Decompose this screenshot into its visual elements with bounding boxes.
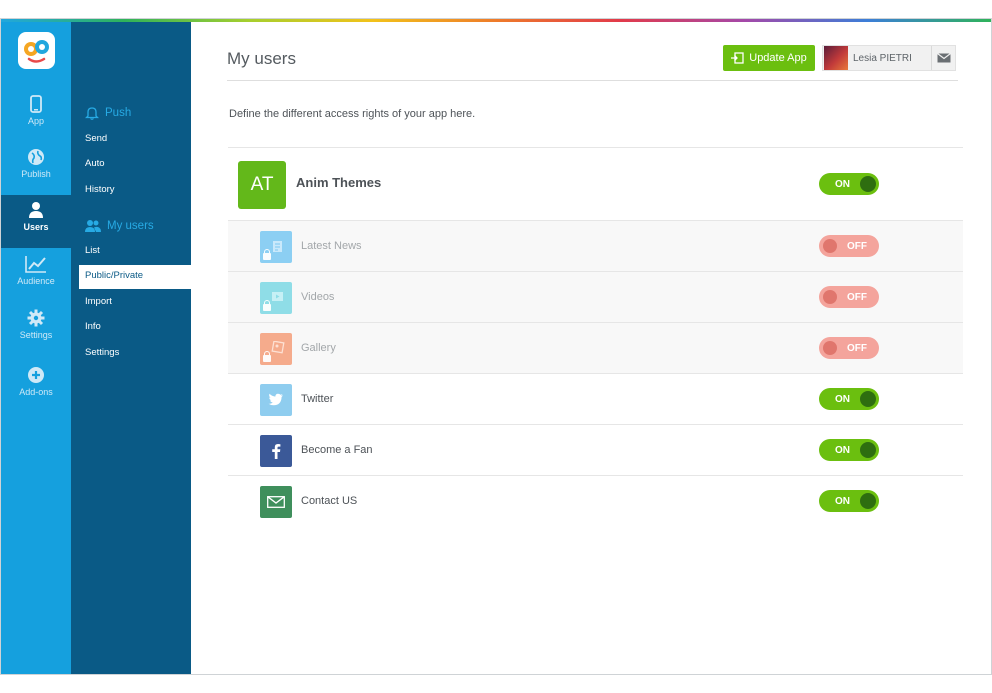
toggle-knob bbox=[860, 442, 876, 458]
toggle-knob bbox=[823, 341, 837, 355]
lock-icon bbox=[263, 300, 271, 311]
sub-sidebar: Push Send Auto History My users List Pub… bbox=[71, 19, 191, 674]
update-app-label: Update App bbox=[749, 52, 807, 64]
item-label-twitter: Twitter bbox=[301, 393, 334, 405]
chart-icon bbox=[25, 256, 46, 273]
item-label-gallery: Gallery bbox=[301, 342, 336, 354]
item-label-latest-news: Latest News bbox=[301, 240, 362, 252]
push-title: Push bbox=[105, 107, 132, 119]
rail-label-app: App bbox=[27, 116, 44, 126]
subnav-info[interactable]: Info bbox=[85, 321, 101, 332]
item-label-become-a-fan: Become a Fan bbox=[301, 444, 373, 456]
subnav-import[interactable]: Import bbox=[85, 296, 112, 307]
mail-button[interactable] bbox=[931, 46, 955, 70]
rail-item-app[interactable]: App bbox=[1, 89, 71, 142]
subnav-send[interactable]: Send bbox=[85, 133, 107, 144]
item-label-contact-us: Contact US bbox=[301, 495, 358, 507]
users-group-icon bbox=[85, 220, 101, 232]
app-window: App Publish Users Audience Settings Add-… bbox=[0, 18, 992, 675]
news-icon bbox=[260, 231, 292, 263]
rail-item-addons[interactable]: Add-ons bbox=[1, 360, 71, 413]
list-item-become-a-fan: Become a Fan ON bbox=[228, 424, 963, 475]
toggle-knob bbox=[860, 493, 876, 509]
facebook-icon bbox=[260, 435, 292, 467]
app-row: AT Anim Themes ON bbox=[228, 147, 963, 220]
toggle-knob bbox=[823, 290, 837, 304]
access-list: AT Anim Themes ON Latest News OFF Videos… bbox=[228, 147, 963, 526]
lock-icon bbox=[263, 351, 271, 362]
video-icon bbox=[260, 282, 292, 314]
toggle-label: OFF bbox=[847, 291, 867, 303]
subnav-public-private[interactable]: Public/Private bbox=[79, 265, 191, 289]
toggle-label: ON bbox=[835, 444, 850, 456]
subnav-settings[interactable]: Settings bbox=[85, 347, 119, 358]
app-toggle-label: ON bbox=[835, 178, 850, 190]
user-menu[interactable]: Lesia PIETRI bbox=[822, 45, 956, 71]
list-item-twitter: Twitter ON bbox=[228, 373, 963, 424]
intro-text: Define the different access rights of yo… bbox=[229, 108, 476, 120]
subnav-auto[interactable]: Auto bbox=[85, 158, 105, 169]
globe-icon bbox=[28, 149, 44, 165]
avatar bbox=[824, 46, 848, 70]
app-logo[interactable] bbox=[18, 32, 55, 69]
twitter-icon bbox=[260, 384, 292, 416]
list-item-contact-us: Contact US ON bbox=[228, 475, 963, 526]
toggle-label: OFF bbox=[847, 240, 867, 252]
toggle-knob bbox=[860, 176, 876, 192]
rail-item-publish[interactable]: Publish bbox=[1, 142, 71, 195]
user-icon bbox=[29, 202, 43, 218]
toggle-gallery[interactable]: OFF bbox=[819, 337, 879, 359]
app-toggle[interactable]: ON bbox=[819, 173, 879, 195]
main-rail: App Publish Users Audience Settings Add-… bbox=[1, 19, 71, 674]
subnav-list[interactable]: List bbox=[85, 245, 100, 256]
phone-icon bbox=[30, 95, 42, 113]
envelope-icon bbox=[260, 486, 292, 518]
toggle-knob bbox=[860, 391, 876, 407]
update-app-button[interactable]: Update App bbox=[723, 45, 815, 71]
toggle-videos[interactable]: OFF bbox=[819, 286, 879, 308]
rail-label-audience: Audience bbox=[17, 276, 55, 286]
header-divider bbox=[227, 80, 958, 81]
toggle-contact-us[interactable]: ON bbox=[819, 490, 879, 512]
update-icon bbox=[731, 52, 744, 64]
rail-label-publish: Publish bbox=[21, 169, 51, 179]
list-item-latest-news: Latest News OFF bbox=[228, 220, 963, 271]
rail-label-users: Users bbox=[23, 222, 49, 232]
envelope-icon bbox=[936, 53, 951, 63]
app-name: Anim Themes bbox=[296, 175, 382, 190]
toggle-knob bbox=[823, 239, 837, 253]
rail-item-users[interactable]: Users bbox=[1, 195, 71, 248]
lock-icon bbox=[263, 249, 271, 260]
rail-item-audience[interactable]: Audience bbox=[1, 249, 71, 302]
toggle-latest-news[interactable]: OFF bbox=[819, 235, 879, 257]
toggle-twitter[interactable]: ON bbox=[819, 388, 879, 410]
page-title: My users bbox=[227, 49, 296, 68]
push-group-title[interactable]: Push bbox=[85, 106, 131, 120]
gear-icon bbox=[27, 309, 45, 327]
user-name: Lesia PIETRI bbox=[853, 52, 912, 64]
plus-circle-icon bbox=[28, 367, 44, 383]
item-label-videos: Videos bbox=[301, 291, 335, 303]
rail-label-settings: Settings bbox=[19, 330, 53, 340]
subnav-history[interactable]: History bbox=[85, 184, 115, 195]
toggle-become-a-fan[interactable]: ON bbox=[819, 439, 879, 461]
list-item-gallery: Gallery OFF bbox=[228, 322, 963, 373]
gallery-icon bbox=[260, 333, 292, 365]
list-item-videos: Videos OFF bbox=[228, 271, 963, 322]
bell-icon bbox=[85, 107, 99, 120]
toggle-label: ON bbox=[835, 393, 850, 405]
my-users-group-title[interactable]: My users bbox=[85, 219, 154, 233]
app-initials-badge: AT bbox=[238, 161, 286, 209]
rail-label-addons: Add-ons bbox=[19, 387, 53, 397]
rail-item-settings[interactable]: Settings bbox=[1, 303, 71, 356]
toggle-label: OFF bbox=[847, 342, 867, 354]
my-users-title: My users bbox=[107, 220, 154, 232]
top-rainbow-bar bbox=[1, 19, 991, 22]
main-content: My users Update App Lesia PIETRI Define … bbox=[191, 19, 991, 674]
toggle-label: ON bbox=[835, 495, 850, 507]
